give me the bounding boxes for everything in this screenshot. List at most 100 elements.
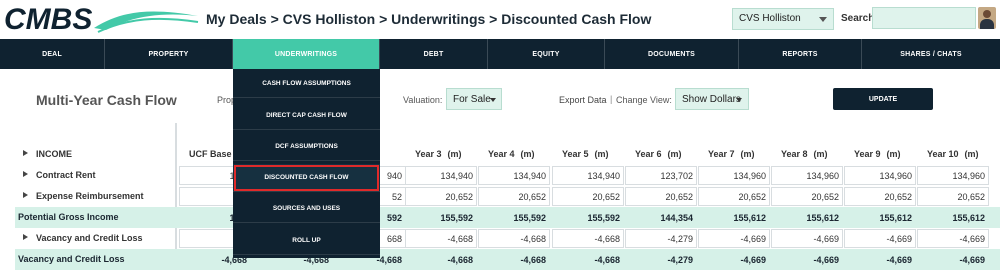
nav-item-equity[interactable]: EQUITY [488,39,605,69]
table-cell: -4,669 [740,255,766,265]
table-cell[interactable]: 20,652 [478,187,550,206]
table-cell[interactable]: -4,669 [698,229,770,248]
table-cell: 155,612 [952,213,985,223]
table-row: Contract Rent134,940134,940134,940134,94… [15,165,1000,186]
row-label-text: Vacancy and Credit Loss [18,254,125,264]
chevron-down-icon [736,98,742,102]
column-header-unit: (m) [964,149,979,159]
expand-arrow-icon [23,171,28,177]
column-header-unit: (m) [447,149,462,159]
nav-item-reports[interactable]: REPORTS [739,39,862,69]
row-label[interactable]: Contract Rent [23,170,96,180]
table-cell[interactable]: 134,940 [552,166,624,185]
chevron-down-icon [819,17,827,22]
table-cell[interactable]: 134,960 [917,166,989,185]
avatar[interactable] [978,7,996,29]
table-cell: -4,279 [667,255,693,265]
table-cell[interactable]: 20,652 [698,187,770,206]
table-total-row: Vacancy and Credit Loss -4,668 -4,668 -4,66… [15,249,1000,270]
column-header: Year 7 (m) [708,149,755,159]
column-header-label: Year 7 [708,149,735,159]
table-cell[interactable]: 20,652 [917,187,989,206]
table-cell[interactable]: -4,668 [552,229,624,248]
avatar-body [980,19,994,29]
table-cell[interactable]: 123,702 [625,166,697,185]
section-income[interactable]: INCOME [23,149,72,159]
row-label: Potential Gross Income [18,212,119,222]
row-label[interactable]: Vacancy and Credit Loss [23,233,143,243]
table-row: Vacancy and Credit Loss-4668-4,668-4,668… [15,228,1000,249]
table-cell[interactable]: -4,668 [405,229,477,248]
table-cell: 155,592 [440,213,473,223]
search-label: Search [841,13,875,24]
menu-item-cash-flow-assumptions[interactable]: CASH FLOW ASSUMPTIONS [233,70,380,98]
column-header-label: Year 6 [635,149,662,159]
table-cell[interactable]: 134,960 [771,166,843,185]
row-label: Vacancy and Credit Loss [18,254,125,264]
table-cell[interactable]: -4,669 [844,229,916,248]
menu-item-discounted-cash-flow[interactable]: DISCOUNTED CASH FLOW [233,164,380,192]
row-label-text: Contract Rent [36,170,96,180]
table-cell[interactable]: -4,669 [917,229,989,248]
column-header-label: Year 3 [415,149,442,159]
table-cell[interactable]: -4,669 [771,229,843,248]
valuation-value: For Sale [453,94,491,105]
column-header-unit: (m) [594,149,609,159]
row-label-text: Potential Gross Income [18,212,119,222]
deal-select[interactable]: CVS Holliston [732,8,834,30]
nav-item-underwritings[interactable]: UNDERWRITINGS [233,39,380,69]
header: CMBS My Deals > CVS Holliston > Underwri… [0,0,1000,39]
table-cell[interactable]: -4,279 [625,229,697,248]
chevron-down-icon [490,98,496,102]
table-cell[interactable]: 20,652 [625,187,697,206]
column-header-label: Year 9 [854,149,881,159]
nav-item-debt[interactable]: DEBT [380,39,488,69]
row-label-text: Vacancy and Credit Loss [36,233,143,243]
column-header-unit: (m) [740,149,755,159]
valuation-label: Valuation: [403,95,443,105]
table-cell: -4,668 [594,255,620,265]
table-cell: -4,669 [813,255,839,265]
column-header: Year 9 (m) [854,149,901,159]
view-select[interactable]: Show Dollars [675,88,749,110]
table-cell[interactable]: 134,940 [478,166,550,185]
table-cell[interactable]: 134,960 [844,166,916,185]
column-header-label: Year 8 [781,149,808,159]
table-row: Expense Reimbursement205220,65220,65220,… [15,186,1000,207]
nav-item-documents[interactable]: DOCUMENTS [605,39,739,69]
view-select-value: Show Dollars [682,94,741,105]
column-header-unit: (m) [667,149,682,159]
table-cell[interactable]: 20,652 [844,187,916,206]
menu-item-direct-cap-cash-flow[interactable]: DIRECT CAP CASH FLOW [233,102,380,130]
menu-item-sources-and-uses[interactable]: SOURCES AND USES [233,195,380,223]
table-cell[interactable]: 20,652 [771,187,843,206]
cmbs-logo[interactable]: CMBS [2,2,202,36]
deal-select-value: CVS Holliston [739,13,801,24]
table-cell: 144,354 [660,213,693,223]
column-header-label: Year 10 [927,149,959,159]
menu-item-roll-up[interactable]: ROLL UP [233,227,380,255]
column-header: Year 6 (m) [635,149,682,159]
row-label[interactable]: Expense Reimbursement [23,191,144,201]
table-cell: 155,612 [733,213,766,223]
table-cell[interactable]: 20,652 [552,187,624,206]
nav-item-shares-chats[interactable]: SHARES / CHATS [862,39,1000,69]
nav-item-deal[interactable]: DEAL [0,39,105,69]
table-cell: -4,668 [447,255,473,265]
table-cell[interactable]: 20,652 [405,187,477,206]
cash-flow-table: INCOME UCF Base Year 3 (m) Year 4 (m) Year 5 (… [15,123,1000,270]
update-button[interactable]: UPDATE [833,88,933,110]
valuation-select[interactable]: For Sale [446,88,502,110]
table-cell: 155,592 [513,213,546,223]
table-cell[interactable]: 134,960 [698,166,770,185]
export-data-link[interactable]: Export Data [559,95,607,105]
page-title: Multi-Year Cash Flow [36,92,177,108]
table-cell[interactable]: -4,668 [478,229,550,248]
search-input[interactable] [872,7,976,29]
table-cell: -4,669 [886,255,912,265]
table-cell[interactable]: 134,940 [405,166,477,185]
menu-item-dcf-assumptions[interactable]: DCF ASSUMPTIONS [233,133,380,161]
column-header-label: Year 4 [488,149,515,159]
column-header: Year 8 (m) [781,149,828,159]
nav-item-property[interactable]: PROPERTY [105,39,233,69]
